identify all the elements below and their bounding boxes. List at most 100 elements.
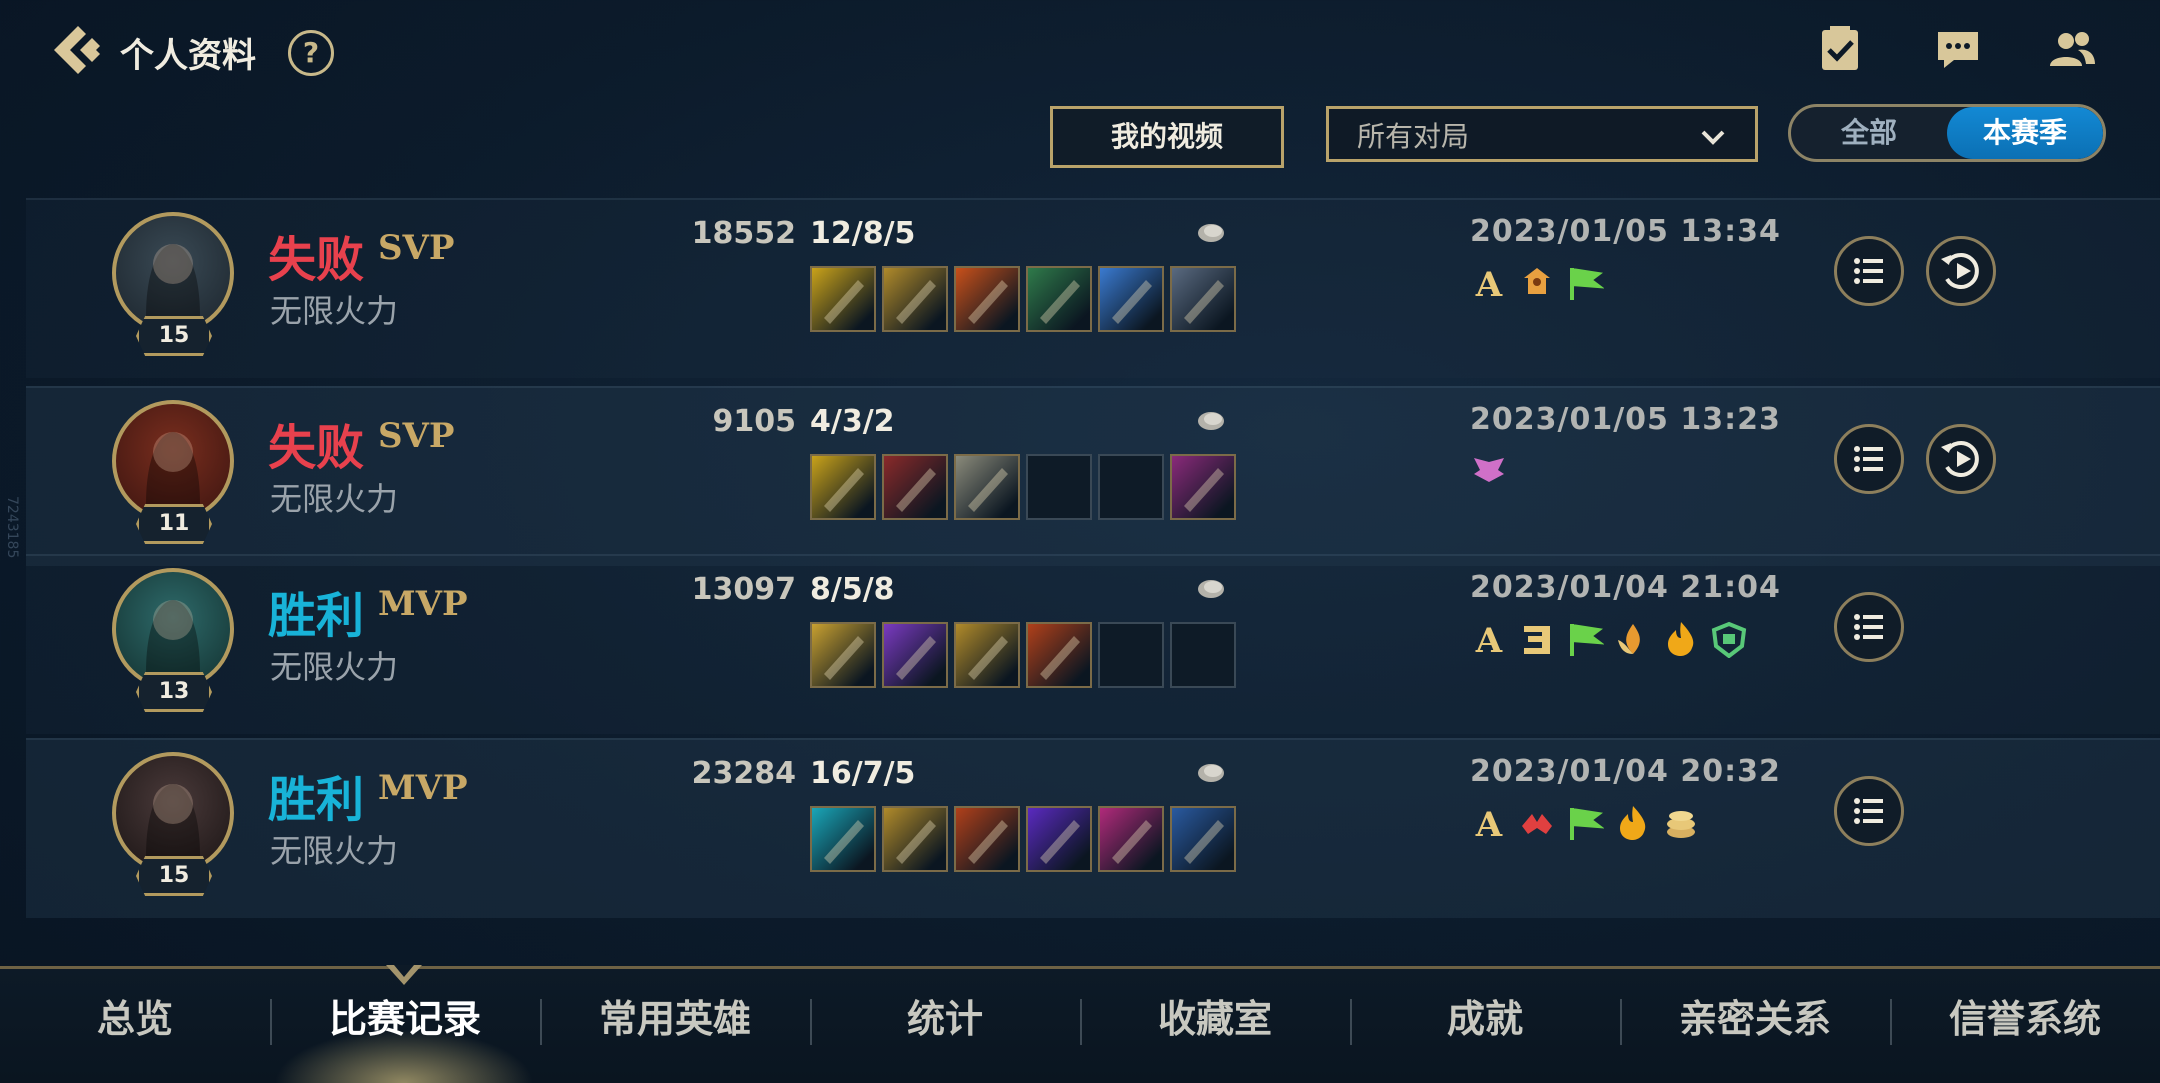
match-datetime: 2023/01/05 13:34 <box>1470 214 1781 249</box>
match-details-button[interactable] <box>1834 592 1904 662</box>
coins-icon <box>1667 811 1695 838</box>
champion-avatar <box>112 752 234 874</box>
nav-separator <box>1620 999 1622 1045</box>
match-details-button[interactable] <box>1834 776 1904 846</box>
friends-icon[interactable] <box>2048 26 2096 74</box>
nav-separator <box>540 999 542 1045</box>
nav-tab[interactable]: 总览 <box>0 969 270 1083</box>
flame-icon <box>1668 622 1694 656</box>
bottom-nav: 总览 比赛记录 常用英雄 统计 收藏室 成就 亲密关系 信誉系统 <box>0 965 2160 1083</box>
item-slot-empty[interactable] <box>1098 454 1164 520</box>
item-gold-blade-icon[interactable] <box>954 622 1020 688</box>
item-purple-orb-icon[interactable] <box>1026 806 1092 872</box>
nav-tab[interactable]: 统计 <box>810 969 1080 1083</box>
match-row[interactable]: 11 失败 SVP 无限火力 4/3/2 9105 2023/01/05 13:23 <box>26 386 2160 566</box>
match-row[interactable]: 15 失败 SVP 无限火力 12/8/5 18552 2023/01/05 13:34 A <box>26 198 2160 378</box>
match-datetime: 2023/01/04 21:04 <box>1470 570 1781 605</box>
side-watermark: 7243185 <box>4 496 20 559</box>
A-grade-icon: A <box>1475 805 1503 842</box>
item-steel-boots-icon[interactable] <box>1170 266 1236 332</box>
first-blood-flag-icon <box>1570 624 1604 656</box>
gold-earned: 9105 <box>712 404 797 439</box>
gold-coin-icon <box>1198 224 1224 242</box>
game-mode: 无限火力 <box>270 832 399 870</box>
nav-tab[interactable]: 信誉系统 <box>1890 969 2160 1083</box>
champion-level: 15 <box>136 856 212 896</box>
A-grade-icon: A <box>1475 621 1503 658</box>
item-red-axe-icon[interactable] <box>882 454 948 520</box>
item-golden-staff-icon[interactable] <box>1170 806 1236 872</box>
match-datetime: 2023/01/04 20:32 <box>1470 754 1781 789</box>
first-blood-flag-icon <box>1570 268 1604 300</box>
replay-icon <box>1941 253 1979 289</box>
item-fire-orb-icon[interactable] <box>954 266 1020 332</box>
nav-separator <box>810 999 812 1045</box>
nav-tab[interactable]: 成就 <box>1350 969 1620 1083</box>
wings-icon <box>1474 458 1504 482</box>
toggle-all[interactable]: 全部 <box>1791 107 1947 159</box>
match-details-button[interactable] <box>1834 424 1904 494</box>
replay-icon <box>1941 441 1979 477</box>
double-kill-icon <box>1522 814 1552 834</box>
nav-tab[interactable]: 常用英雄 <box>540 969 810 1083</box>
shield-icon <box>1711 621 1747 658</box>
chevron-down-icon <box>1701 130 1725 145</box>
match-row[interactable]: 13 胜利 MVP 无限火力 8/5/8 13097 2023/01/04 21:04 A <box>26 554 2160 734</box>
item-red-spear-icon[interactable] <box>1026 622 1092 688</box>
match-details-button[interactable] <box>1834 236 1904 306</box>
item-lightning-blade-icon[interactable] <box>810 622 876 688</box>
kda-score: 16/7/5 <box>810 756 916 791</box>
item-green-claw-icon[interactable] <box>1026 266 1092 332</box>
match-filter-select[interactable]: 所有对局 <box>1326 106 1758 162</box>
list-icon <box>1854 258 1883 284</box>
item-purple-boots-icon[interactable] <box>1170 454 1236 520</box>
item-yellow-icon[interactable] <box>810 454 876 520</box>
first-blood-flag-icon <box>1570 808 1604 840</box>
gold-coin-icon <box>1198 764 1224 782</box>
chat-icon[interactable] <box>1934 26 1982 74</box>
kda-score: 4/3/2 <box>810 404 895 439</box>
item-slot-empty[interactable] <box>1098 622 1164 688</box>
gold-earned: 23284 <box>691 756 796 791</box>
nav-tab[interactable]: 收藏室 <box>1080 969 1350 1083</box>
kda-score: 8/5/8 <box>810 572 895 607</box>
list-icon <box>1854 798 1883 824</box>
gold-coin-icon <box>1198 412 1224 430</box>
item-cyan-sword-icon[interactable] <box>810 806 876 872</box>
champion-avatar <box>112 212 234 334</box>
back-button[interactable] <box>48 22 108 78</box>
help-button[interactable]: ? <box>288 30 334 76</box>
champion-avatar <box>112 568 234 690</box>
item-gold-blade-icon[interactable] <box>882 806 948 872</box>
replay-button[interactable] <box>1926 236 1996 306</box>
item-gold-blade-icon[interactable] <box>882 266 948 332</box>
match-result: 胜利 <box>268 772 365 828</box>
item-cross-blades-icon[interactable] <box>954 454 1020 520</box>
page-title: 个人资料 <box>120 36 256 76</box>
match-row[interactable]: 15 胜利 MVP 无限火力 16/7/5 23284 2023/01/04 20:32 A <box>26 738 2160 918</box>
item-slot-empty[interactable] <box>1026 454 1092 520</box>
match-result: 失败 <box>268 232 365 288</box>
checklist-icon[interactable] <box>1816 26 1864 74</box>
gold-earned: 13097 <box>691 572 796 607</box>
nav-tab[interactable]: 比赛记录 <box>270 969 540 1083</box>
item-red-spear-icon[interactable] <box>954 806 1020 872</box>
nav-tab[interactable]: 亲密关系 <box>1620 969 1890 1083</box>
item-purple-scythe-icon[interactable] <box>882 622 948 688</box>
lotus-fire-icon <box>1618 624 1640 654</box>
svg-text:A: A <box>1475 805 1503 842</box>
nav-separator <box>1890 999 1892 1045</box>
game-mode: 无限火力 <box>270 480 399 518</box>
triple-kill-icon <box>1524 626 1550 654</box>
list-icon <box>1854 614 1883 640</box>
item-pink-blade-icon[interactable] <box>1098 806 1164 872</box>
my-video-button[interactable]: 我的视频 <box>1050 106 1284 168</box>
toggle-this-season[interactable]: 本赛季 <box>1947 107 2103 159</box>
champion-avatar <box>112 400 234 522</box>
replay-button[interactable] <box>1926 424 1996 494</box>
item-slot-empty[interactable] <box>1170 622 1236 688</box>
svg-text:A: A <box>1475 265 1503 302</box>
item-yellow-icon[interactable] <box>810 266 876 332</box>
item-blue-crystal-icon[interactable] <box>1098 266 1164 332</box>
flame-icon <box>1620 806 1646 840</box>
